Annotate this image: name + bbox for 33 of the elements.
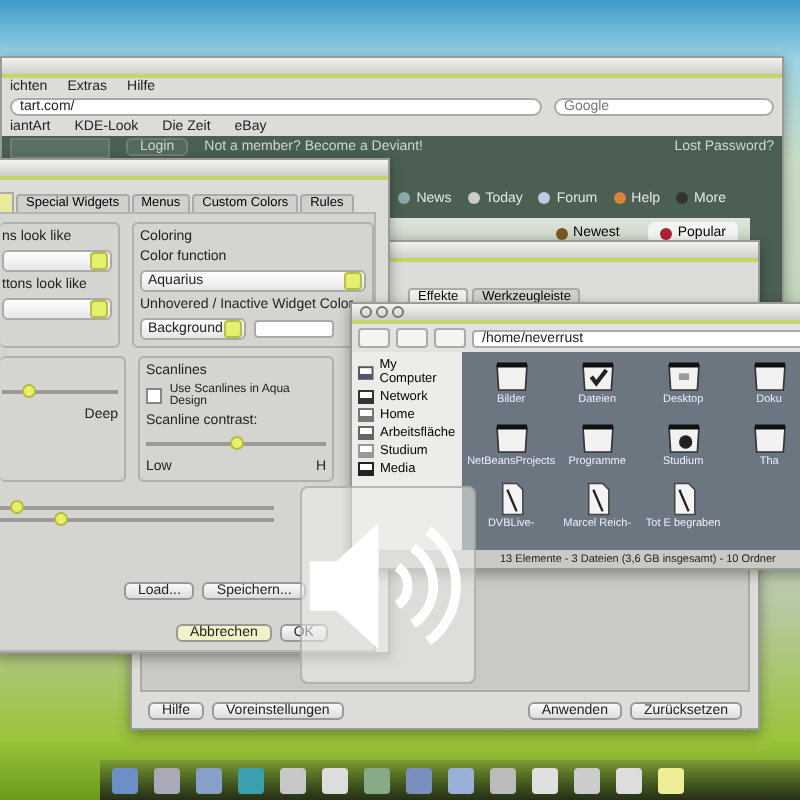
color-field[interactable] [254,320,334,338]
app-icon[interactable] [154,767,180,793]
up-button[interactable] [396,328,428,348]
folder-check-icon [577,358,618,392]
app-icon[interactable] [322,767,348,793]
checkbox[interactable] [146,388,162,404]
app-icon[interactable] [490,767,516,793]
slider-thumb[interactable] [21,384,36,398]
nav-icon [398,192,411,204]
username-field[interactable] [10,137,110,157]
app-icon[interactable] [658,767,684,793]
style-dropdown[interactable] [2,298,112,320]
app-icon[interactable] [532,767,558,793]
nav-icon [676,192,689,204]
tab[interactable] [0,191,14,213]
computer-icon [358,365,374,379]
app-icon[interactable] [364,767,390,793]
folder-apple-icon [663,420,704,454]
style-dropdown[interactable] [2,250,112,272]
slider-thumb[interactable] [230,436,244,450]
app-icon[interactable] [196,767,222,793]
app-icon[interactable] [574,767,600,793]
nav-icon [538,192,551,204]
nav-icon [613,192,626,204]
back-button[interactable] [358,328,390,348]
folder-desktop-icon [663,358,704,392]
slider-thumb[interactable] [10,500,25,514]
slider-thumb[interactable] [54,512,69,526]
app-icon[interactable] [448,767,474,793]
view-button[interactable] [434,328,466,348]
app-icon[interactable] [280,767,306,793]
app-icon[interactable] [616,767,642,793]
nav-icon [467,192,480,204]
